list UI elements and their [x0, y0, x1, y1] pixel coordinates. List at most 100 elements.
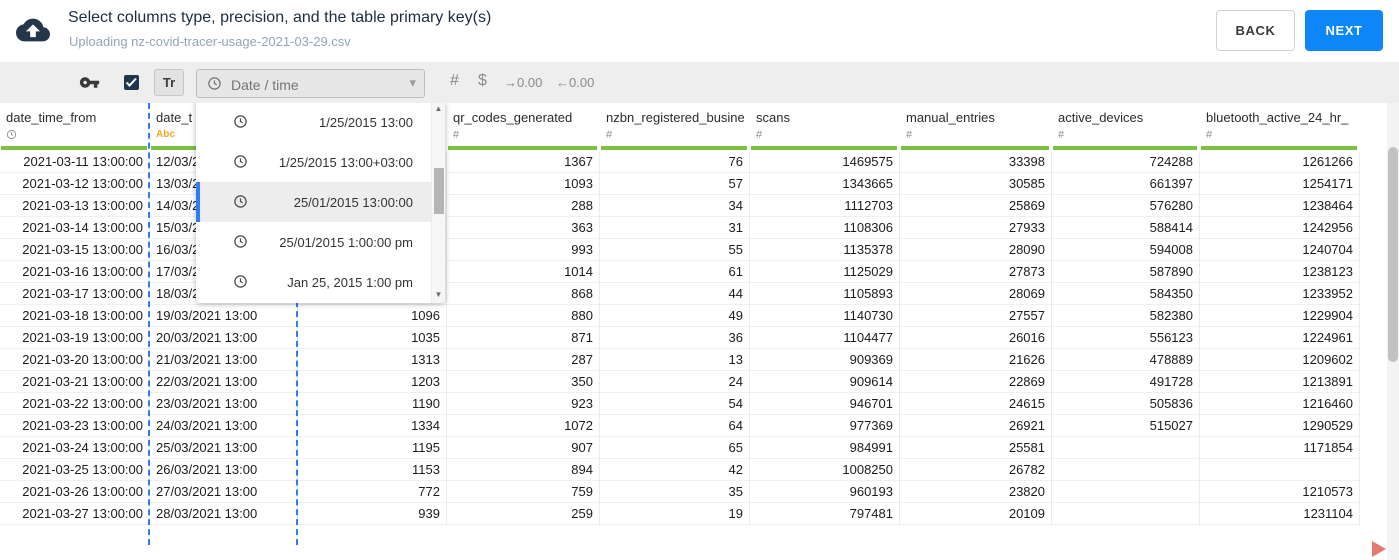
- cell-manual_entries: 28090: [900, 239, 1052, 261]
- column-header-qr_codes_generated[interactable]: qr_codes_generated #: [447, 103, 600, 151]
- cell-bluetooth_active_24_hr_: 1229904: [1200, 305, 1360, 327]
- format-option-list: 1/25/2015 13:00 1/25/2015 13:00+03:00 25/0…: [196, 102, 431, 302]
- cell-hidden: 939: [298, 503, 447, 525]
- cell-scans: 1105893: [750, 283, 900, 305]
- cell-date_t: 26/03/2021 13:00: [150, 459, 298, 481]
- scroll-up-icon[interactable]: ▲: [432, 104, 445, 113]
- scroll-down-icon[interactable]: ▼: [432, 290, 445, 299]
- next-button[interactable]: NEXT: [1305, 10, 1383, 51]
- number-type-button[interactable]: #: [450, 72, 459, 90]
- cell-bluetooth_active_24_hr_: 1231104: [1200, 503, 1360, 525]
- format-option-label: 25/01/2015 1:00:00 pm: [279, 235, 413, 250]
- back-button[interactable]: BACK: [1216, 10, 1295, 51]
- cell-qr_codes_generated: 759: [447, 481, 600, 503]
- format-option-5[interactable]: Jan 25, 2015 1:00 pm: [196, 262, 431, 302]
- cell-manual_entries: 25869: [900, 195, 1052, 217]
- cell-date_time_from: 2021-03-19 13:00:00: [0, 327, 150, 349]
- column-header-manual_entries[interactable]: manual_entries #: [900, 103, 1052, 151]
- column-type-toolbar: Tr Date / time ▾ # $ →0.00 ←0.00: [0, 62, 1399, 103]
- topbar: Select columns type, precision, and the …: [0, 0, 1399, 62]
- cell-date_time_from: 2021-03-15 13:00:00: [0, 239, 150, 261]
- cell-scans: 977369: [750, 415, 900, 437]
- cell-active_devices: 556123: [1052, 327, 1200, 349]
- page-title: Select columns type, precision, and the …: [68, 9, 492, 26]
- cell-date_t: 21/03/2021 13:00: [150, 349, 298, 371]
- popup-scrollbar-thumb[interactable]: [434, 168, 444, 214]
- currency-type-button[interactable]: $: [478, 72, 487, 90]
- cell-qr_codes_generated: 287: [447, 349, 600, 371]
- cell-active_devices: [1052, 459, 1200, 481]
- cloud-upload-icon: [16, 13, 50, 47]
- cell-qr_codes_generated: 871: [447, 327, 600, 349]
- column-header-scans[interactable]: scans #: [750, 103, 900, 151]
- key-icon: [79, 77, 100, 96]
- format-option-2[interactable]: 1/25/2015 13:00+03:00: [196, 142, 431, 182]
- cell-date_t: 19/03/2021 13:00: [150, 305, 298, 327]
- cell-date_t: 23/03/2021 13:00: [150, 393, 298, 415]
- cell-date_time_from: 2021-03-23 13:00:00: [0, 415, 150, 437]
- table-row: 2021-03-24 13:00:00 25/03/2021 13:00 1195 9…: [0, 437, 1360, 459]
- date-format-select[interactable]: Date / time ▾: [196, 69, 425, 98]
- cell-active_devices: 515027: [1052, 415, 1200, 437]
- cell-qr_codes_generated: 868: [447, 283, 600, 305]
- cell-nzbn_registered_busine: 44: [600, 283, 750, 305]
- column-quality-bar: [448, 146, 597, 150]
- decrease-precision-button[interactable]: ←0.00: [556, 75, 594, 90]
- number-type-indicator: #: [756, 129, 763, 141]
- cell-hidden: 1153: [298, 459, 447, 481]
- table-row: 2021-03-18 13:00:00 19/03/2021 13:00 1096 8…: [0, 305, 1360, 327]
- cell-scans: 946701: [750, 393, 900, 415]
- cell-date_time_from: 2021-03-18 13:00:00: [0, 305, 150, 327]
- cell-bluetooth_active_24_hr_: 1254171: [1200, 173, 1360, 195]
- increase-precision-button[interactable]: →0.00: [504, 75, 542, 90]
- cell-manual_entries: 30585: [900, 173, 1052, 195]
- cell-nzbn_registered_busine: 24: [600, 371, 750, 393]
- column-quality-bar: [751, 146, 897, 150]
- format-option-3[interactable]: 25/01/2015 13:00:00: [196, 182, 431, 222]
- cell-bluetooth_active_24_hr_: 1210573: [1200, 481, 1360, 503]
- cell-manual_entries: 25581: [900, 437, 1052, 459]
- column-quality-bar: [1053, 146, 1197, 150]
- column-header-bluetooth_active_24_hr_[interactable]: bluetooth_active_24_hr_ #: [1200, 103, 1360, 151]
- cell-nzbn_registered_busine: 54: [600, 393, 750, 415]
- cell-active_devices: 588414: [1052, 217, 1200, 239]
- cell-date_t: 22/03/2021 13:00: [150, 371, 298, 393]
- column-header-active_devices[interactable]: active_devices #: [1052, 103, 1200, 151]
- cell-date_time_from: 2021-03-24 13:00:00: [0, 437, 150, 459]
- cell-manual_entries: 24615: [900, 393, 1052, 415]
- cell-hidden: 1313: [298, 349, 447, 371]
- cell-date_time_from: 2021-03-16 13:00:00: [0, 261, 150, 283]
- cell-manual_entries: 26921: [900, 415, 1052, 437]
- popup-scrollbar[interactable]: ▲ ▼: [431, 100, 445, 303]
- cell-scans: 960193: [750, 481, 900, 503]
- corner-marker-icon: [1372, 541, 1386, 557]
- column-header-nzbn_registered_busine[interactable]: nzbn_registered_busine #: [600, 103, 750, 151]
- format-option-label: Jan 25, 2015 1:00 pm: [287, 275, 413, 290]
- cell-active_devices: 584350: [1052, 283, 1200, 305]
- cell-qr_codes_generated: 259: [447, 503, 600, 525]
- cell-date_time_from: 2021-03-27 13:00:00: [0, 503, 150, 525]
- cell-active_devices: 505836: [1052, 393, 1200, 415]
- cell-manual_entries: 22869: [900, 371, 1052, 393]
- cell-qr_codes_generated: 1367: [447, 151, 600, 173]
- cell-hidden: 1195: [298, 437, 447, 459]
- cell-bluetooth_active_24_hr_: 1171854: [1200, 437, 1360, 459]
- cell-scans: 1135378: [750, 239, 900, 261]
- primary-key-button[interactable]: [78, 72, 100, 94]
- cell-nzbn_registered_busine: 65: [600, 437, 750, 459]
- cell-date_time_from: 2021-03-17 13:00:00: [0, 283, 150, 305]
- include-column-checkbox[interactable]: [124, 75, 139, 90]
- format-option-4[interactable]: 25/01/2015 1:00:00 pm: [196, 222, 431, 262]
- text-type-button[interactable]: Tr: [154, 69, 184, 96]
- cell-qr_codes_generated: 363: [447, 217, 600, 239]
- number-type-indicator: #: [1058, 129, 1065, 141]
- column-header-date_time_from[interactable]: date_time_from: [0, 103, 150, 151]
- cell-bluetooth_active_24_hr_: 1261266: [1200, 151, 1360, 173]
- vertical-scrollbar[interactable]: [1387, 103, 1399, 560]
- format-option-1[interactable]: 1/25/2015 13:00: [196, 102, 431, 142]
- cell-scans: 1008250: [750, 459, 900, 481]
- cell-hidden: 1035: [298, 327, 447, 349]
- cell-qr_codes_generated: 894: [447, 459, 600, 481]
- column-name: scans: [756, 110, 790, 125]
- vertical-scrollbar-thumb[interactable]: [1388, 147, 1398, 362]
